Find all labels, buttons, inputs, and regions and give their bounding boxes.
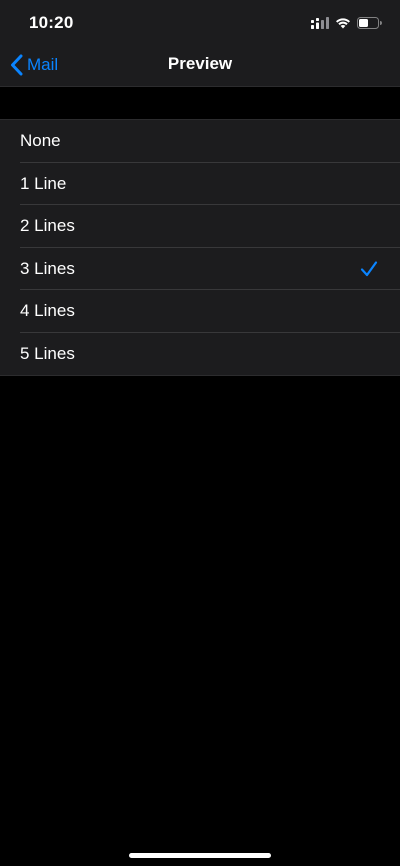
status-bar: 10:20 (0, 0, 400, 44)
page-title: Preview (167, 54, 233, 73)
option-label: 3 Lines (20, 258, 75, 278)
wifi-icon (335, 17, 351, 29)
status-icons (311, 15, 382, 31)
navigation-bar: Mail Preview (0, 44, 400, 87)
option-label: 1 Line (20, 173, 67, 193)
battery-icon (357, 17, 382, 29)
home-indicator[interactable] (129, 853, 271, 858)
option-label: 4 Lines (20, 301, 75, 320)
option-none[interactable]: None (0, 120, 400, 163)
preview-options-list: None 1 Line 2 Lines 3 Lines 4 Lines 5 Li… (0, 119, 400, 376)
status-time: 10:20 (29, 13, 74, 32)
option-label: None (20, 131, 61, 150)
option-1-line[interactable]: 1 Line (0, 163, 400, 205)
checkmark-icon (360, 260, 378, 278)
option-label: 5 Lines (20, 343, 75, 363)
mail-preview-settings-screen: 10:20 Mail Preview None 1 Line 2 Lines 3… (0, 0, 400, 866)
option-label: 2 Lines (20, 216, 75, 235)
option-5-lines[interactable]: 5 Lines (0, 333, 400, 376)
cellular-signal-icon (311, 17, 329, 29)
option-4-lines[interactable]: 4 Lines (0, 290, 400, 333)
option-2-lines[interactable]: 2 Lines (0, 205, 400, 248)
option-3-lines[interactable]: 3 Lines (0, 248, 400, 290)
